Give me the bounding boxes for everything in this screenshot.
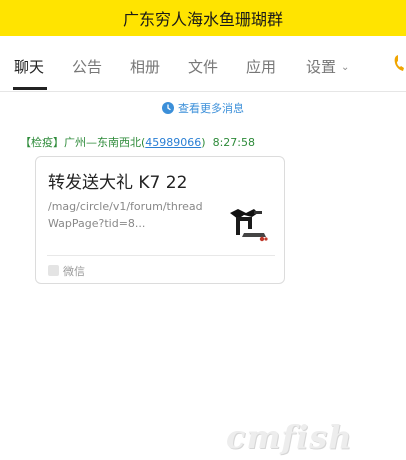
wechat-icon [48,265,59,276]
tab-settings-label: 设置 [306,58,337,76]
group-title: 广东穷人海水鱼珊瑚群 [122,10,283,29]
tab-chat[interactable]: 聊天 [14,56,44,77]
card-divider [47,255,275,256]
card-description: /mag/circle/v1/forum/threadWapPage?tid=8… [48,200,203,230]
clock-icon [162,102,174,114]
tab-settings[interactable]: 设置 ⌄ [306,56,349,77]
paren-close: ) [201,136,206,149]
sender-name[interactable]: 【检疫】广州—东南西北 [20,136,141,149]
message-time: 8:27:58 [212,136,255,149]
card-thumbnail-icon [224,199,272,247]
sender-uid-link[interactable]: 45989066 [145,136,201,149]
tab-album[interactable]: 相册 [130,56,160,77]
site-watermark: cmfish [226,418,353,456]
tab-bar: 聊天 公告 相册 文件 应用 设置 ⌄ [0,36,406,92]
chat-title-bar: 广东穷人海水鱼珊瑚群 [0,0,406,36]
chevron-down-icon: ⌄ [341,62,350,73]
card-source: 微信 [63,265,85,278]
card-title: 转发送大礼 K7 22 [48,173,188,193]
shared-link-card[interactable]: 转发送大礼 K7 22 /mag/circle/v1/forum/threadW… [35,156,285,284]
tab-announcements[interactable]: 公告 [72,56,102,77]
message-header: 【检疫】广州—东南西北(45989066) 8:27:58 [20,134,255,150]
active-tab-indicator [13,87,47,90]
tab-files[interactable]: 文件 [188,56,218,77]
phone-icon[interactable] [392,53,406,73]
tab-apps[interactable]: 应用 [246,56,276,77]
view-more-label: 查看更多消息 [178,102,244,115]
view-more-messages[interactable]: 查看更多消息 [0,100,406,116]
watermark-text: cmfish [226,418,353,456]
